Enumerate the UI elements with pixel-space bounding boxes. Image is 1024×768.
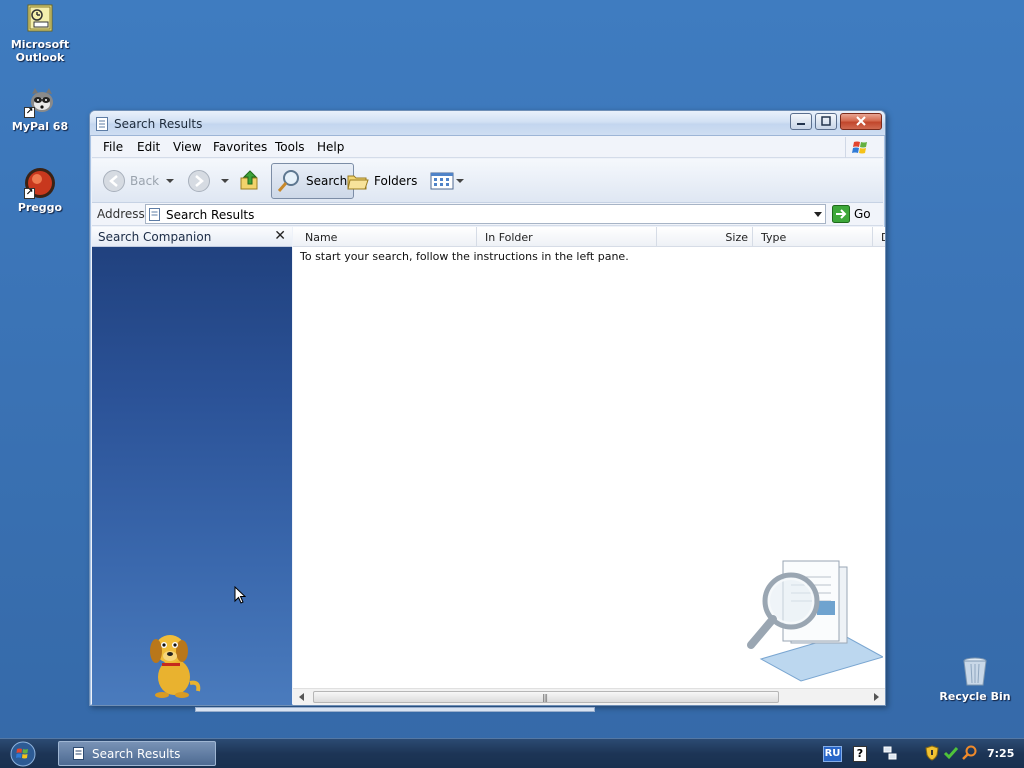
search-results-window: Search Results File Edit View Favorites … xyxy=(89,110,886,706)
title-bar[interactable]: Search Results xyxy=(90,111,885,136)
document-icon xyxy=(96,117,108,131)
search-label: Search xyxy=(306,174,348,188)
scrollbar-thumb[interactable]: ||| xyxy=(313,691,779,703)
go-label: Go xyxy=(854,207,871,221)
menu-edit[interactable]: Edit xyxy=(137,140,160,154)
search-document-illustration xyxy=(747,560,883,682)
search-button[interactable]: Search xyxy=(271,163,355,199)
shortcut-arrow-icon: ↗ xyxy=(24,188,35,199)
folders-button[interactable]: Folders xyxy=(346,163,417,199)
taskbar-button-search-results[interactable]: Search Results xyxy=(58,741,216,766)
search-companion-title: Search Companion xyxy=(98,230,212,244)
folder-icon xyxy=(347,175,369,190)
views-button[interactable] xyxy=(430,163,464,199)
forward-button[interactable] xyxy=(187,163,211,199)
search-dog-icon xyxy=(150,635,201,698)
search-companion-pane: Search Companion ✕ xyxy=(92,227,292,705)
chevron-down-icon xyxy=(456,179,464,183)
desktop-icon-preggo[interactable]: ↗ Preggo xyxy=(0,167,80,214)
toolbar: Back Search Folders xyxy=(92,159,883,203)
checkmark-icon[interactable] xyxy=(943,745,959,761)
address-value: Search Results xyxy=(166,208,255,222)
horizontal-scrollbar[interactable]: ||| xyxy=(293,688,885,705)
desktop-icon-label: Outlook xyxy=(15,51,65,64)
address-bar: Address Search Results Go xyxy=(92,203,883,226)
views-grid-icon xyxy=(430,172,454,190)
menu-file[interactable]: File xyxy=(103,140,123,154)
document-icon xyxy=(73,747,84,760)
desktop-icon-mypal[interactable]: ↗ MyPal 68 xyxy=(0,86,80,133)
taskbar: Search Results RU ? 7:25 xyxy=(0,738,1024,768)
scroll-right-icon[interactable] xyxy=(874,693,879,701)
column-header: Name In Folder Size Type D xyxy=(293,227,885,247)
windows-logo-icon xyxy=(845,137,875,158)
menu-help[interactable]: Help xyxy=(317,140,344,154)
desktop-icon-label: Microsoft xyxy=(10,38,70,51)
taskbar-button-label: Search Results xyxy=(92,747,181,761)
raccoon-icon: ↗ xyxy=(24,86,56,118)
help-tray-icon[interactable]: ? xyxy=(853,746,867,762)
menu-bar: File Edit View Favorites Tools Help xyxy=(92,136,883,158)
menu-view[interactable]: View xyxy=(173,140,201,154)
folders-label: Folders xyxy=(374,174,418,188)
go-button[interactable]: Go xyxy=(832,204,871,224)
back-label: Back xyxy=(130,174,160,188)
document-icon xyxy=(149,208,160,221)
back-history-dropdown[interactable] xyxy=(166,163,174,199)
close-pane-icon[interactable]: ✕ xyxy=(274,228,286,244)
desktop-icon-recycle-bin[interactable]: Recycle Bin xyxy=(935,656,1015,703)
column-type[interactable]: Type xyxy=(753,227,873,247)
window-title: Search Results xyxy=(114,117,203,131)
grip-icon: ||| xyxy=(542,693,548,702)
search-companion-header: Search Companion ✕ xyxy=(92,227,292,247)
security-shield-icon[interactable] xyxy=(924,745,940,761)
minimize-button[interactable] xyxy=(790,113,812,130)
search-tray-icon[interactable] xyxy=(961,745,977,761)
shortcut-arrow-icon: ↗ xyxy=(24,107,35,118)
column-size[interactable]: Size xyxy=(657,227,753,247)
empty-results-message: To start your search, follow the instruc… xyxy=(300,250,629,263)
forward-history-dropdown[interactable] xyxy=(221,163,229,199)
up-folder-button[interactable] xyxy=(238,163,262,199)
results-pane: Name In Folder Size Type D To start your… xyxy=(293,227,885,705)
back-arrow-icon xyxy=(103,170,125,192)
window-resize-shadow xyxy=(195,707,595,712)
up-folder-icon xyxy=(240,170,258,190)
menu-favorites[interactable]: Favorites xyxy=(213,140,267,154)
recycle-bin-icon xyxy=(959,656,991,688)
desktop-icon-label: Preggo xyxy=(17,201,63,214)
clock[interactable]: 7:25 xyxy=(987,747,1014,760)
column-date[interactable]: D xyxy=(873,227,885,247)
outlook-icon xyxy=(24,4,56,36)
desktop-icon-label: Recycle Bin xyxy=(939,690,1011,703)
mouse-cursor-icon xyxy=(234,586,246,604)
forward-arrow-icon xyxy=(188,170,210,192)
desktop-icon-outlook[interactable]: Microsoft Outlook xyxy=(0,4,80,64)
minimize-icon xyxy=(797,123,805,125)
close-icon xyxy=(856,116,866,126)
maximize-button[interactable] xyxy=(815,113,837,130)
address-input[interactable]: Search Results xyxy=(145,204,826,224)
scroll-left-icon[interactable] xyxy=(299,693,304,701)
chevron-down-icon[interactable] xyxy=(814,212,822,217)
start-orb-icon[interactable] xyxy=(10,741,36,767)
maximize-icon xyxy=(821,116,831,126)
preggo-icon: ↗ xyxy=(24,167,56,199)
close-button[interactable] xyxy=(840,113,882,130)
chevron-down-icon xyxy=(166,179,174,183)
network-icon[interactable] xyxy=(882,745,898,761)
language-indicator[interactable]: RU xyxy=(823,746,842,762)
chevron-down-icon xyxy=(221,179,229,183)
menu-tools[interactable]: Tools xyxy=(275,140,305,154)
back-button[interactable]: Back xyxy=(102,163,159,199)
go-arrow-icon xyxy=(832,205,850,223)
column-name[interactable]: Name xyxy=(293,227,477,247)
magnifier-icon xyxy=(277,170,299,192)
address-label: Address xyxy=(97,207,145,221)
column-in-folder[interactable]: In Folder xyxy=(477,227,657,247)
desktop-icon-label: MyPal 68 xyxy=(11,120,69,133)
